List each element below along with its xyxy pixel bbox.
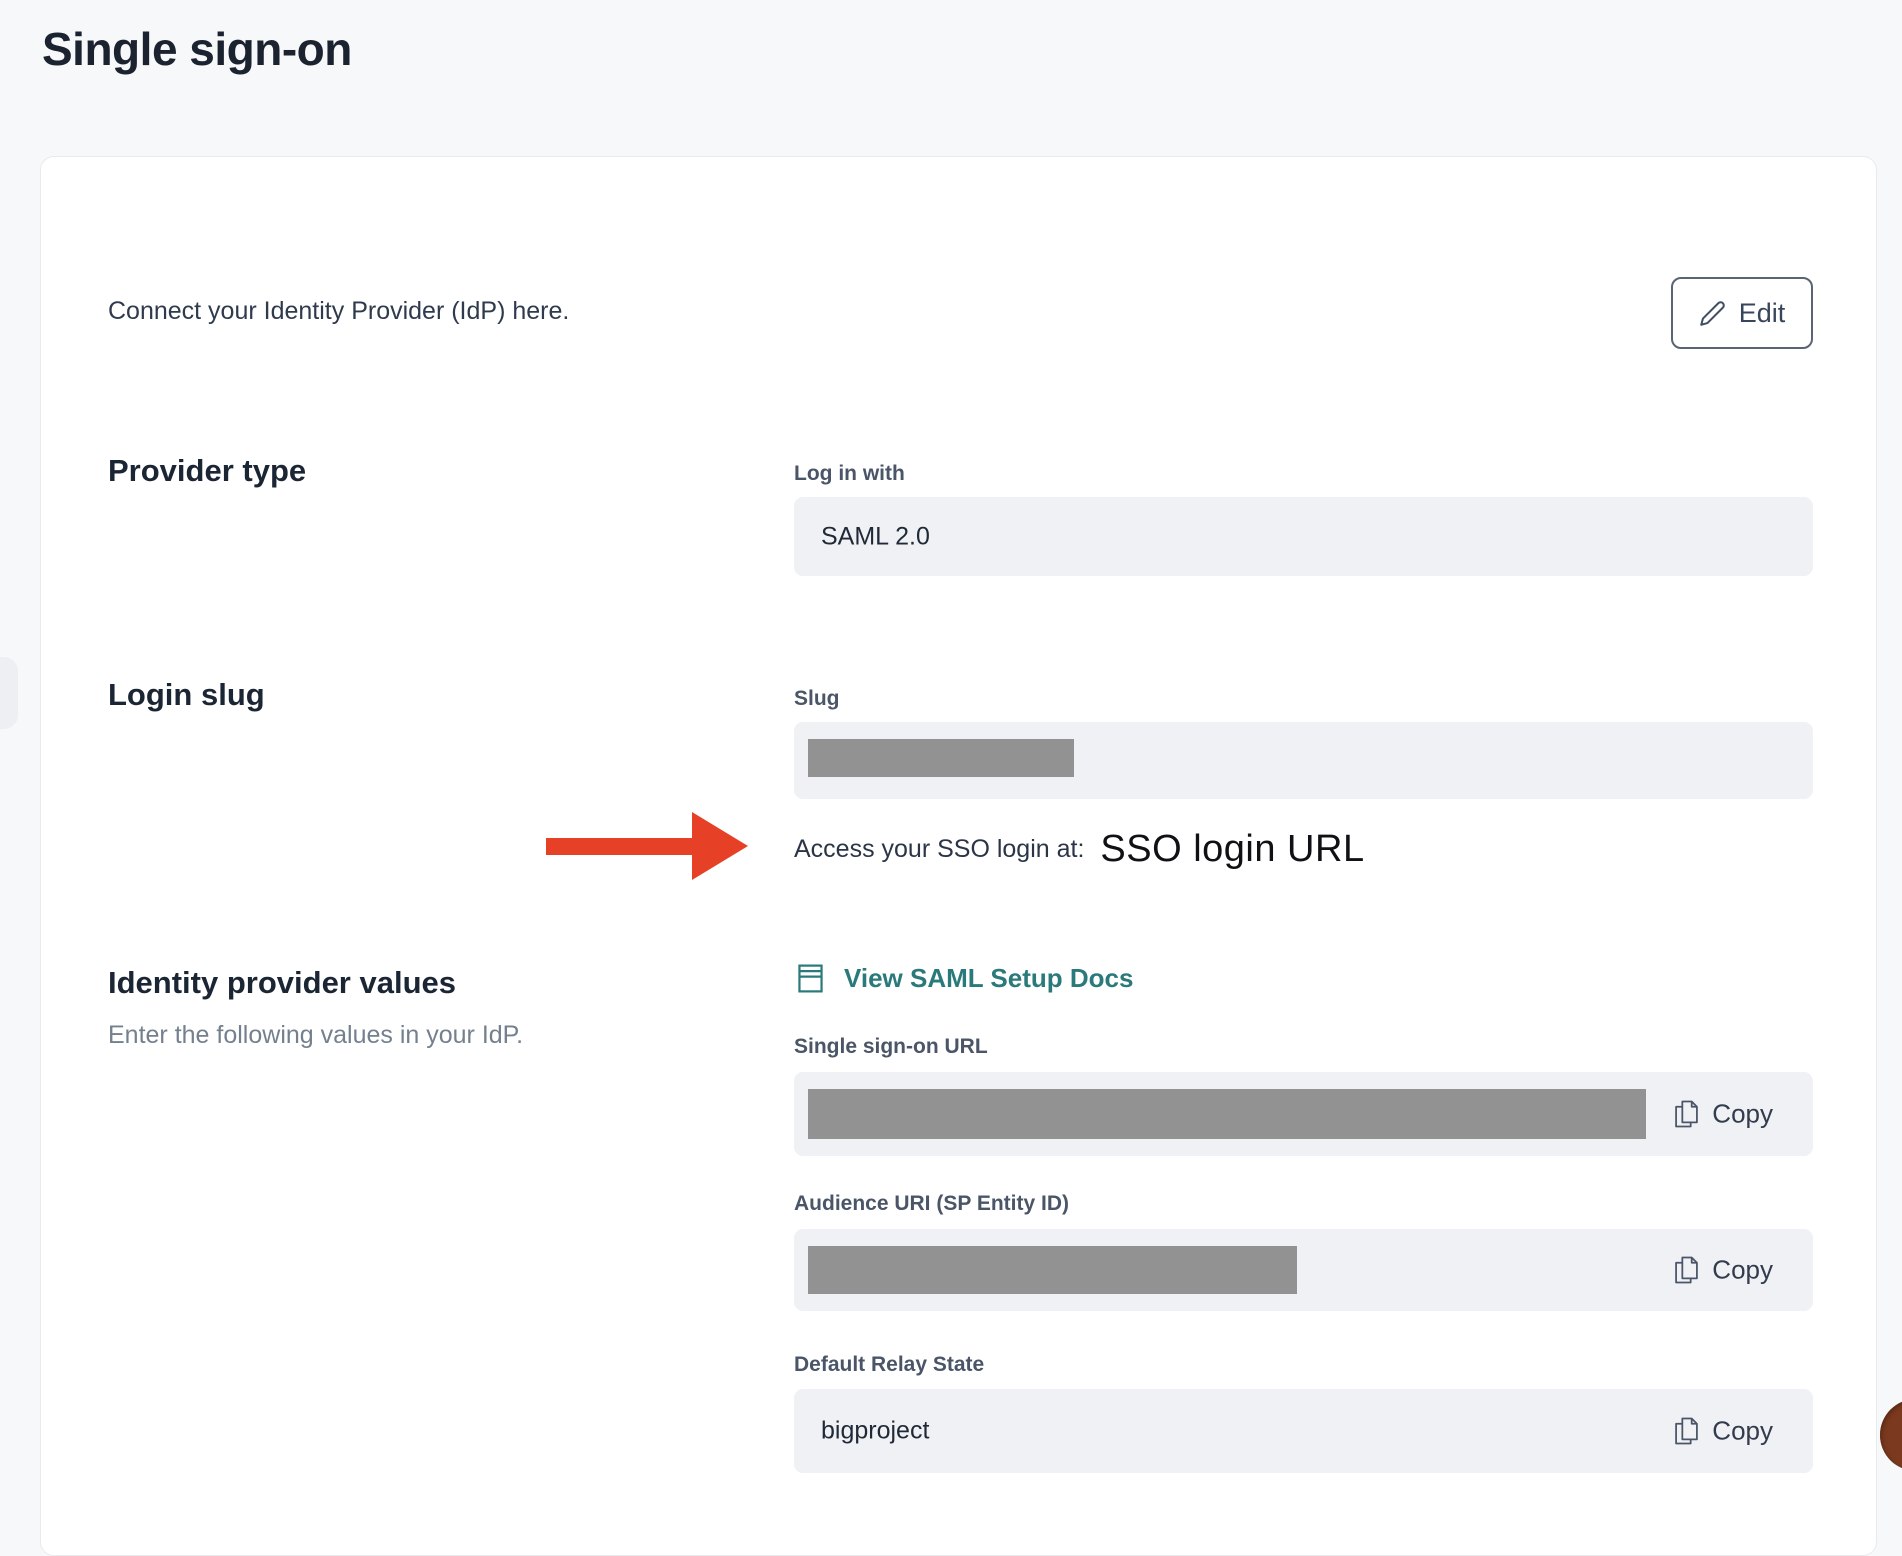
pencil-icon [1699, 300, 1726, 327]
red-arrow-head [692, 812, 748, 880]
copy-icon [1674, 1255, 1699, 1286]
sso-url-label: Single sign-on URL [794, 1035, 988, 1059]
access-prefix-text: Access your SSO login at: [794, 835, 1084, 864]
edit-button[interactable]: Edit [1671, 277, 1813, 349]
sso-login-annotation: Access your SSO login at: SSO login URL [794, 821, 1365, 877]
slug-field [794, 722, 1813, 799]
provider-type-value: SAML 2.0 [821, 522, 930, 551]
redacted-slug-value [808, 739, 1074, 777]
section-heading-idp-values: Identity provider values [108, 965, 456, 1001]
idp-values-subheading: Enter the following values in your IdP. [108, 1021, 523, 1050]
edit-button-label: Edit [1739, 298, 1786, 329]
copy-sso-url-button[interactable]: Copy [1674, 1099, 1773, 1130]
sso-url-field: Copy [794, 1072, 1813, 1156]
redacted-sso-url-value [808, 1089, 1646, 1139]
copy-icon [1674, 1416, 1699, 1447]
intro-text: Connect your Identity Provider (IdP) her… [108, 297, 569, 326]
corner-widget[interactable] [1880, 1399, 1902, 1471]
copy-button-label: Copy [1712, 1255, 1773, 1286]
red-arrow [546, 838, 694, 855]
copy-audience-uri-button[interactable]: Copy [1674, 1255, 1773, 1286]
relay-state-value: bigproject [821, 1417, 929, 1446]
saml-docs-link-label: View SAML Setup Docs [844, 963, 1133, 994]
copy-relay-state-button[interactable]: Copy [1674, 1416, 1773, 1447]
relay-state-label: Default Relay State [794, 1353, 984, 1377]
audience-uri-field: Copy [794, 1229, 1813, 1311]
section-heading-login-slug: Login slug [108, 677, 265, 713]
provider-type-field: SAML 2.0 [794, 497, 1813, 576]
copy-button-label: Copy [1712, 1099, 1773, 1130]
page-title: Single sign-on [42, 22, 352, 76]
redacted-audience-uri-value [808, 1246, 1297, 1294]
login-with-label: Log in with [794, 462, 905, 486]
docs-icon [797, 963, 824, 994]
audience-uri-label: Audience URI (SP Entity ID) [794, 1192, 1069, 1216]
drawer-handle[interactable] [0, 657, 18, 729]
copy-icon [1674, 1099, 1699, 1130]
sso-settings-card: Connect your Identity Provider (IdP) her… [40, 156, 1877, 1556]
sso-login-url-text: SSO login URL [1100, 828, 1364, 871]
relay-state-field: bigproject Copy [794, 1389, 1813, 1473]
saml-docs-link[interactable]: View SAML Setup Docs [797, 963, 1133, 994]
copy-button-label: Copy [1712, 1416, 1773, 1447]
slug-label: Slug [794, 687, 840, 711]
section-heading-provider-type: Provider type [108, 453, 306, 489]
